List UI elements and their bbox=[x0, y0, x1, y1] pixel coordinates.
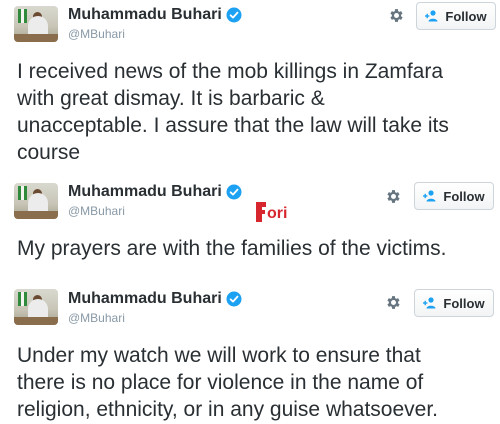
tweet-text-line: course bbox=[17, 141, 81, 164]
author-handle[interactable]: @MBuhari bbox=[68, 311, 125, 325]
author-row: Muhammadu Buhari bbox=[68, 290, 242, 308]
tweet-text-line: there is no place for violence in the na… bbox=[17, 371, 424, 394]
tweet-text-line: Under my watch we will work to ensure th… bbox=[17, 344, 421, 367]
tweet-text: My prayers are with the families of the … bbox=[17, 235, 497, 262]
gear-icon[interactable] bbox=[385, 188, 402, 205]
avatar[interactable] bbox=[14, 6, 58, 42]
follow-button[interactable]: Follow bbox=[416, 2, 496, 30]
follow-label: Follow bbox=[443, 188, 485, 204]
verified-badge-icon bbox=[226, 291, 242, 307]
author-handle[interactable]: @MBuhari bbox=[68, 27, 125, 41]
person-add-icon bbox=[423, 190, 436, 202]
person-add-icon bbox=[423, 297, 436, 309]
watermark-text: ori bbox=[267, 205, 287, 222]
author-row: Muhammadu Buhari bbox=[68, 6, 242, 24]
tweet-text-line: My prayers are with the families of the … bbox=[17, 237, 447, 260]
verified-badge-icon bbox=[226, 7, 242, 23]
follow-label: Follow bbox=[443, 295, 485, 311]
author-name[interactable]: Muhammadu Buhari bbox=[68, 6, 222, 24]
tweet-text-line: unacceptable. I assure that the law will… bbox=[17, 114, 449, 137]
tweet-text-line: with great dismay. It is barbaric & bbox=[17, 87, 325, 110]
gear-icon[interactable] bbox=[388, 7, 405, 24]
tweet-text: Under my watch we will work to ensure th… bbox=[17, 342, 497, 423]
gear-icon[interactable] bbox=[385, 294, 402, 311]
follow-button[interactable]: Follow bbox=[414, 182, 494, 210]
tweet-text-line: religion, ethnicity, or in any guise wha… bbox=[17, 398, 439, 421]
author-row: Muhammadu Buhari bbox=[68, 183, 242, 201]
avatar[interactable] bbox=[14, 289, 58, 325]
verified-badge-icon bbox=[226, 184, 242, 200]
tweet-text: I received news of the mob killings in Z… bbox=[17, 58, 497, 166]
follow-button[interactable]: Follow bbox=[414, 289, 494, 317]
tweet-text-line: I received news of the mob killings in Z… bbox=[17, 60, 444, 83]
avatar[interactable] bbox=[14, 183, 58, 219]
follow-label: Follow bbox=[445, 8, 487, 24]
author-name[interactable]: Muhammadu Buhari bbox=[68, 290, 222, 308]
person-add-icon bbox=[425, 10, 438, 22]
ori-watermark-logo: ori bbox=[256, 202, 287, 222]
author-name[interactable]: Muhammadu Buhari bbox=[68, 183, 222, 201]
author-handle[interactable]: @MBuhari bbox=[68, 204, 125, 218]
